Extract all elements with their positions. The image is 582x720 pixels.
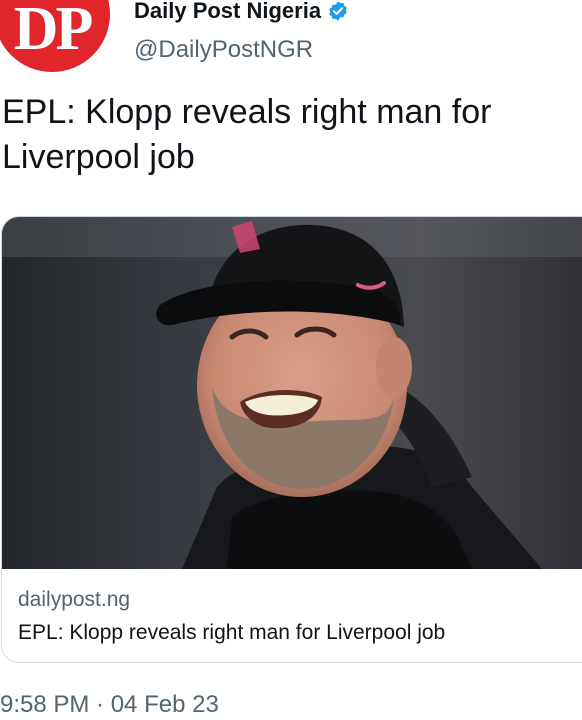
display-name[interactable]: Daily Post Nigeria: [134, 0, 321, 24]
handle[interactable]: @DailyPostNGR: [134, 36, 313, 64]
card-image[interactable]: [2, 217, 582, 569]
avatar-logo-text: DP: [13, 0, 94, 63]
avatar[interactable]: DP: [0, 0, 110, 72]
author-row: Daily Post Nigeria: [134, 0, 349, 24]
card-domain[interactable]: dailypost.ng: [18, 588, 130, 612]
tweet-text: EPL: Klopp reveals right man for Liverpo…: [2, 93, 492, 176]
link-card[interactable]: dailypost.ng EPL: Klopp reveals right ma…: [1, 216, 582, 663]
card-title[interactable]: EPL: Klopp reveals right man for Liverpo…: [18, 620, 445, 646]
verified-badge-icon: [329, 1, 347, 21]
tweet-timestamp[interactable]: 9:58 PM · 04 Feb 23: [0, 690, 219, 720]
